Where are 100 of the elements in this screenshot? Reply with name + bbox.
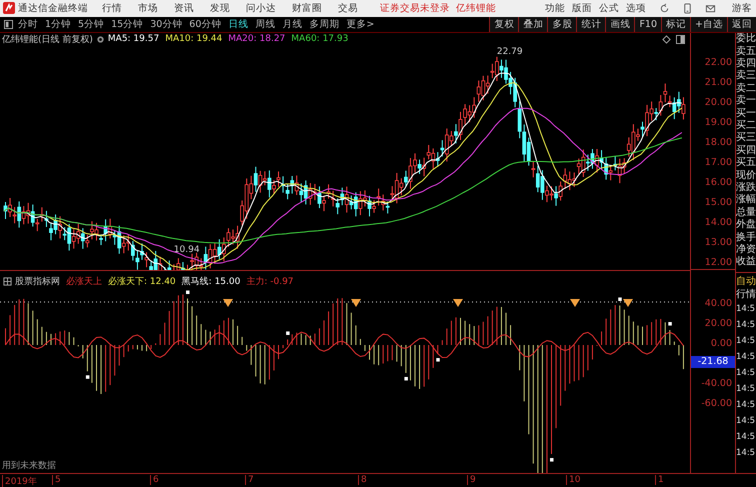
- menu-item[interactable]: 资讯: [174, 2, 194, 15]
- price-axis-label: 20.00: [704, 96, 733, 110]
- trade-time: 14:5: [736, 319, 756, 332]
- quote-label: 净资: [736, 244, 756, 256]
- indicator-axis-label: 40.00: [704, 298, 732, 310]
- menu-item[interactable]: 功能: [545, 2, 565, 15]
- indicator-axis-label: 0.00: [710, 338, 732, 350]
- triangle-marker: [351, 299, 361, 308]
- price-axis-label: 17.00: [704, 156, 733, 170]
- signal-marker: [668, 322, 672, 326]
- trade-time: 14:5: [736, 367, 756, 380]
- menu-item[interactable]: 版面: [572, 2, 592, 15]
- panel-toggle-icon[interactable]: [4, 20, 13, 29]
- ma-value: MA5: 19.57: [108, 34, 160, 44]
- menu-item[interactable]: 财富圈: [292, 2, 322, 15]
- quote-label: 买三: [736, 132, 756, 145]
- menu-item[interactable]: 市场: [138, 2, 158, 15]
- indicator-value: 必涨天下: 12.40: [108, 276, 176, 288]
- price-axis-label: 21.00: [704, 76, 733, 90]
- indicator-axis-label: 20.00: [704, 318, 732, 330]
- chart-button[interactable]: 返回: [727, 16, 756, 32]
- triangle-marker: [570, 299, 580, 308]
- signal-marker: [286, 332, 290, 336]
- period-tab[interactable]: 月线: [282, 18, 302, 31]
- phone-icon[interactable]: [682, 2, 693, 14]
- date-axis-label: 10: [566, 475, 580, 486]
- menu-item[interactable]: 问小达: [246, 2, 276, 15]
- price-axis-label: 13.00: [704, 236, 733, 250]
- date-axis-label: 7: [245, 475, 254, 486]
- chart-button[interactable]: 叠加: [518, 16, 548, 32]
- quote-label: 买五: [736, 157, 756, 170]
- chart-button[interactable]: 画线: [605, 16, 634, 32]
- market-label: 行情: [736, 288, 756, 302]
- trade-time: 14:5: [736, 431, 756, 444]
- quote-label: 换手: [736, 232, 756, 244]
- quote-label: 涨跌: [736, 182, 756, 194]
- diamond-icon[interactable]: [662, 34, 671, 44]
- ma-value: MA60: 17.93: [291, 34, 348, 44]
- refresh-icon[interactable]: [659, 2, 670, 14]
- indicator-axis-label: -40.00: [701, 378, 732, 390]
- period-tab[interactable]: 5分钟: [78, 18, 104, 31]
- ma-value: MA10: 19.44: [165, 34, 222, 44]
- signal-marker: [618, 298, 622, 302]
- trade-time: 14:5: [736, 335, 756, 348]
- signal-marker: [404, 377, 408, 381]
- signal-marker: [436, 358, 440, 362]
- trade-time: 14:5: [736, 399, 756, 412]
- date-axis-label: 1: [655, 475, 664, 486]
- period-tab[interactable]: 周线: [255, 18, 276, 31]
- chart-button[interactable]: 多股: [547, 16, 576, 32]
- chart-button[interactable]: +自选: [690, 16, 727, 32]
- indicator-name: 必涨天上: [66, 276, 102, 288]
- period-tab[interactable]: 1分钟: [45, 18, 72, 31]
- signal-marker: [186, 290, 190, 294]
- period-tab[interactable]: 30分钟: [150, 18, 182, 31]
- chart-button[interactable]: F10: [634, 16, 662, 32]
- window-icon[interactable]: [676, 34, 685, 44]
- grid-icon: [3, 276, 12, 286]
- menu-item[interactable]: 选项: [626, 2, 646, 15]
- chart-button[interactable]: 统计: [576, 16, 606, 32]
- signal-marker: [550, 458, 554, 462]
- quote-label: 买一: [736, 108, 756, 120]
- quote-label: 买四: [736, 144, 756, 157]
- period-tab[interactable]: 更多>: [346, 18, 374, 31]
- trade-time: 14:5: [736, 351, 756, 364]
- price-axis-label: 12.00: [704, 256, 733, 270]
- future-data-note: 用到未来数据: [2, 460, 56, 472]
- trade-time: 14:5: [736, 415, 756, 428]
- triangle-marker: [223, 299, 233, 308]
- quote-label: 买二: [736, 120, 756, 132]
- date-axis-label: 5: [52, 475, 61, 486]
- date-axis-label: 8: [358, 475, 367, 486]
- user-name[interactable]: 游客: [732, 2, 752, 15]
- signal-marker: [86, 376, 90, 380]
- menu-item[interactable]: 交易: [338, 2, 358, 15]
- trade-time: 14:5: [736, 303, 756, 316]
- menu-item[interactable]: 行情: [102, 2, 122, 15]
- date-axis-label: 6: [150, 475, 159, 486]
- chart-button[interactable]: 复权: [489, 16, 518, 32]
- period-tab[interactable]: 15分钟: [111, 18, 144, 31]
- date-axis-label: 9: [467, 475, 476, 486]
- quote-label: 卖一: [736, 95, 756, 108]
- quote-label: 涨幅: [736, 194, 756, 206]
- price-axis-label: 18.00: [704, 136, 733, 150]
- low-price-label: 10.94: [174, 245, 200, 256]
- period-tab[interactable]: 60分钟: [189, 18, 222, 31]
- period-tab[interactable]: 分时: [18, 18, 38, 31]
- chart-button[interactable]: 标记: [661, 16, 690, 32]
- period-tab[interactable]: 日线: [228, 18, 248, 31]
- price-axis-label: 15.00: [704, 196, 733, 210]
- menu-item[interactable]: 公式: [599, 2, 619, 15]
- quote-label: 收益: [736, 256, 756, 269]
- menu-item[interactable]: 发现: [210, 2, 230, 15]
- mail-icon[interactable]: [705, 2, 716, 14]
- logo-icon: [3, 2, 15, 14]
- quote-label: 现价: [736, 170, 756, 182]
- period-tab[interactable]: 多周期: [309, 18, 340, 31]
- notice-text[interactable]: 亿纬锂能: [456, 2, 496, 15]
- notice-text[interactable]: 证券交易未登录: [380, 2, 450, 15]
- app-name: 通达信金融终端: [18, 2, 88, 15]
